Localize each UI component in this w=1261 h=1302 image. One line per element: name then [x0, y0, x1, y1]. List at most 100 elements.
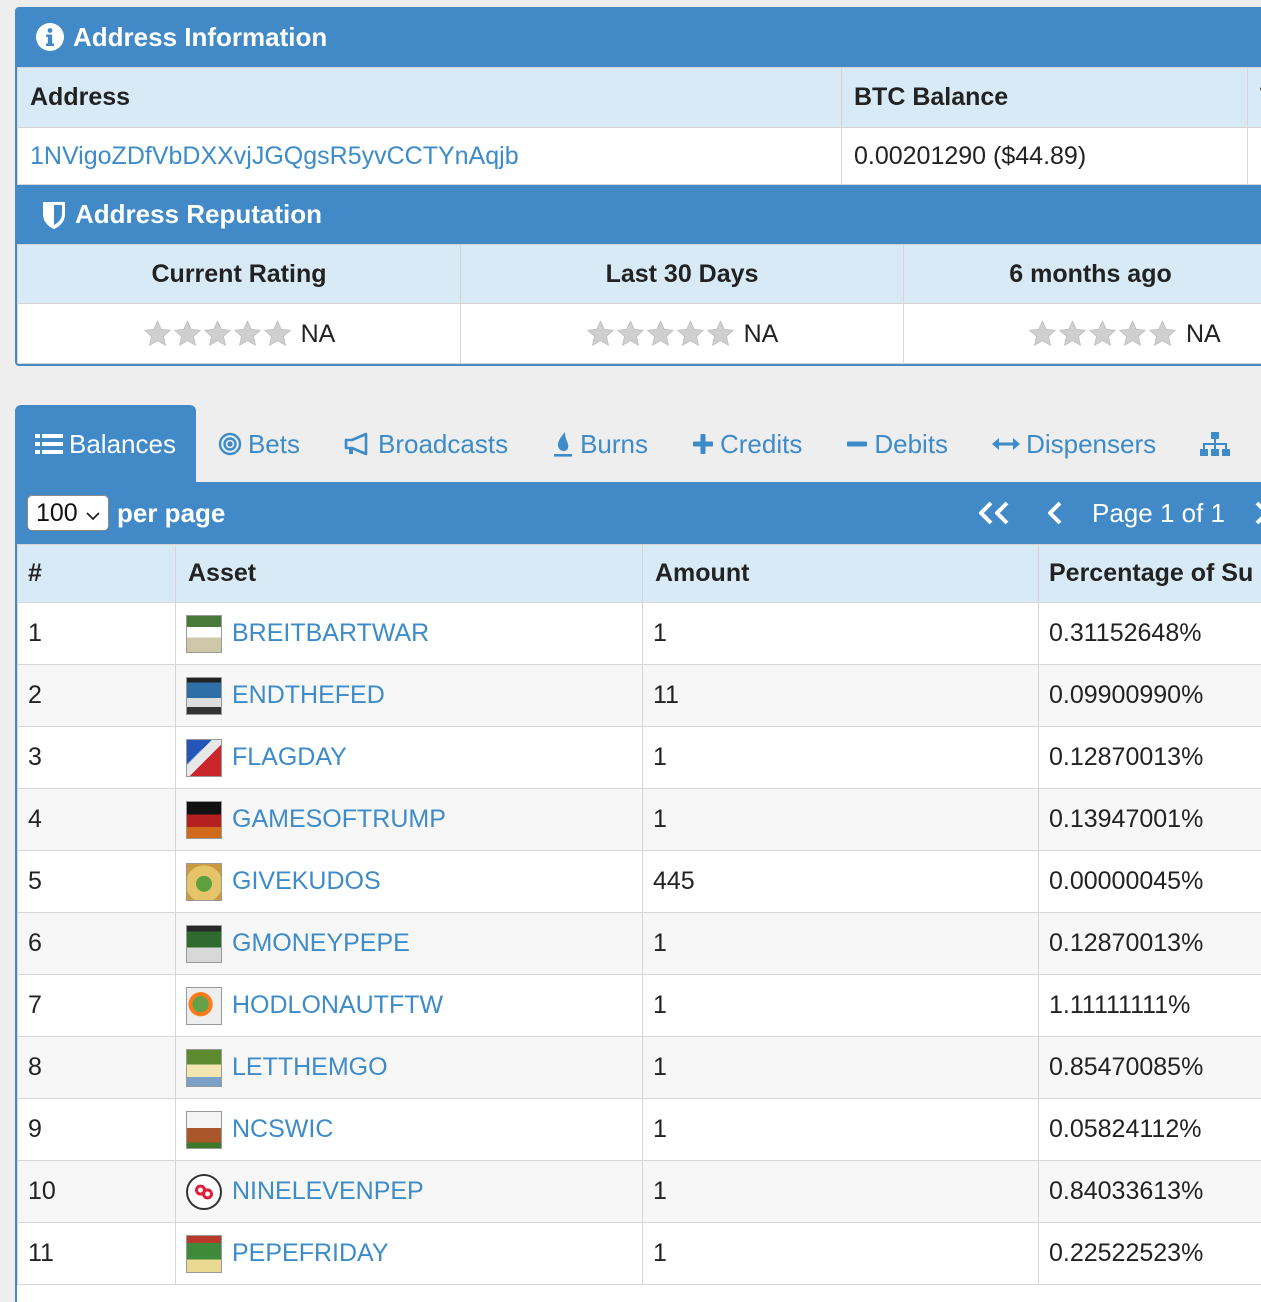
tab-burns[interactable]: Burns: [530, 405, 670, 483]
asset-thumbnail: [186, 1174, 222, 1210]
asset-cell: ENDTHEFED: [176, 665, 643, 727]
col-last-30-days: Last 30 Days: [461, 245, 904, 304]
asset-link[interactable]: LETTHEMGO: [232, 1053, 388, 1082]
btc-balance-value: 0.00201290 ($44.89): [842, 128, 1248, 185]
prev-page-button[interactable]: [1024, 500, 1076, 526]
tab-broadcasts[interactable]: Broadcasts: [322, 405, 530, 483]
percentage-cell: 1.11111111%: [1039, 975, 1261, 1037]
asset-cell: FLAGDAY: [176, 727, 643, 789]
asset-thumbnail: [186, 1049, 222, 1087]
third-value: 5: [1248, 128, 1261, 185]
chevron-down-icon: [86, 499, 100, 528]
last-30-days-value: NA: [744, 319, 779, 347]
plus-icon: [692, 433, 714, 455]
col-current-rating: Current Rating: [18, 245, 461, 304]
row-number: 11: [18, 1223, 176, 1285]
address-reputation-header: Address Reputation: [17, 185, 1261, 244]
col-6-months-ago: 6 months ago: [904, 245, 1261, 304]
amount-cell: 1: [643, 1161, 1039, 1223]
row-number: 6: [18, 913, 176, 975]
minus-icon: [846, 433, 868, 455]
asset-link[interactable]: GIVEKUDOS: [232, 867, 381, 896]
amount-cell: 1: [643, 1037, 1039, 1099]
address-info-title: Address Information: [73, 22, 327, 53]
chevron-left-icon: [1046, 500, 1064, 526]
percentage-cell: 0.13947001%: [1039, 789, 1261, 851]
asset-thumbnail: [186, 987, 222, 1025]
asset-thumbnail: [186, 615, 222, 653]
asset-link[interactable]: NINELEVENPEP: [232, 1177, 424, 1206]
row-number: 8: [18, 1037, 176, 1099]
asset-cell: BREITBARTWAR: [176, 603, 643, 665]
asset-cell: GIVEKUDOS: [176, 851, 643, 913]
row-number: 4: [18, 789, 176, 851]
page-info: Page 1 of 1: [1076, 498, 1241, 529]
asset-thumbnail: [186, 677, 222, 715]
address-link[interactable]: 1NVigoZDfVbDXXvjJGQgsR5yvCCTYnAqjb: [30, 142, 519, 170]
tab-label: Broadcasts: [378, 429, 508, 460]
percentage-cell: 0.00000045%: [1039, 851, 1261, 913]
asset-link[interactable]: NCSWIC: [232, 1115, 333, 1144]
asset-cell: LETTHEMGO: [176, 1037, 643, 1099]
balances-toolbar: 100 per page Page 1 of 1: [17, 482, 1261, 544]
table-row: 2ENDTHEFED110.09900990%: [18, 665, 1261, 727]
shield-icon: [41, 200, 67, 230]
first-page-button[interactable]: [964, 500, 1024, 526]
row-number: 7: [18, 975, 176, 1037]
tab-bets[interactable]: Bets: [196, 405, 322, 483]
row-number: 9: [18, 1099, 176, 1161]
tab-debits[interactable]: Debits: [824, 405, 970, 483]
per-page-select[interactable]: 100: [27, 495, 109, 531]
six-months-cell: NA: [904, 304, 1261, 364]
asset-thumbnail: [186, 801, 222, 839]
asset-thumbnail: [186, 739, 222, 777]
arrows-horizontal-icon: [992, 435, 1020, 453]
amount-cell: 1: [643, 975, 1039, 1037]
percentage-cell: 0.05824112%: [1039, 1099, 1261, 1161]
asset-thumbnail: [186, 1111, 222, 1149]
asset-link[interactable]: FLAGDAY: [232, 743, 347, 772]
asset-cell: GMONEYPEPE: [176, 913, 643, 975]
amount-cell: 1: [643, 1223, 1039, 1285]
amount-cell: 11: [643, 665, 1039, 727]
tab-dispensers[interactable]: Dispensers: [970, 405, 1178, 483]
amount-cell: 1: [643, 603, 1039, 665]
six-months-value: NA: [1186, 319, 1221, 347]
double-chevron-left-icon: [976, 500, 1012, 526]
rating-stars-icon: [143, 320, 293, 348]
asset-link[interactable]: PEPEFRIDAY: [232, 1239, 389, 1268]
table-row: 5GIVEKUDOS4450.00000045%: [18, 851, 1261, 913]
percentage-cell: 0.22522523%: [1039, 1223, 1261, 1285]
asset-link[interactable]: GAMESOFTRUMP: [232, 805, 446, 834]
asset-link[interactable]: ENDTHEFED: [232, 681, 385, 710]
percentage-cell: 0.12870013%: [1039, 727, 1261, 789]
asset-thumbnail: [186, 1235, 222, 1273]
col-percentage: Percentage of Su: [1039, 545, 1261, 603]
list-icon: [35, 432, 63, 456]
table-row: 7 HODLONAUTFTW 11.11111111%: [18, 975, 1261, 1037]
col-address: Address: [18, 68, 842, 128]
target-icon: [218, 432, 242, 456]
table-row: 3FLAGDAY10.12870013%: [18, 727, 1261, 789]
asset-link[interactable]: GMONEYPEPE: [232, 929, 410, 958]
tab-hierarchy[interactable]: [1178, 405, 1236, 483]
row-number: 10: [18, 1161, 176, 1223]
tab-label: Debits: [874, 429, 948, 460]
col-number: #: [18, 545, 176, 603]
percentage-cell: 0.84033613%: [1039, 1161, 1261, 1223]
table-row: 9NCSWIC10.05824112%: [18, 1099, 1261, 1161]
tab-label: Balances: [69, 429, 176, 460]
tab-bar: Balances Bets Broadcasts Burns Credits D…: [15, 405, 1261, 483]
asset-link[interactable]: HODLONAUTFTW: [232, 991, 443, 1020]
table-row: 4GAMESOFTRUMP10.13947001%: [18, 789, 1261, 851]
asset-cell: PEPEFRIDAY: [176, 1223, 643, 1285]
table-row: 10 NINELEVENPEP 10.84033613%: [18, 1161, 1261, 1223]
fire-icon: [552, 430, 574, 458]
asset-link[interactable]: BREITBARTWAR: [232, 619, 429, 648]
tab-balances[interactable]: Balances: [15, 405, 196, 483]
row-number: 1: [18, 603, 176, 665]
tab-credits[interactable]: Credits: [670, 405, 824, 483]
asset-thumbnail: [186, 863, 222, 901]
next-page-button[interactable]: [1241, 500, 1261, 526]
col-third: T: [1248, 68, 1261, 128]
